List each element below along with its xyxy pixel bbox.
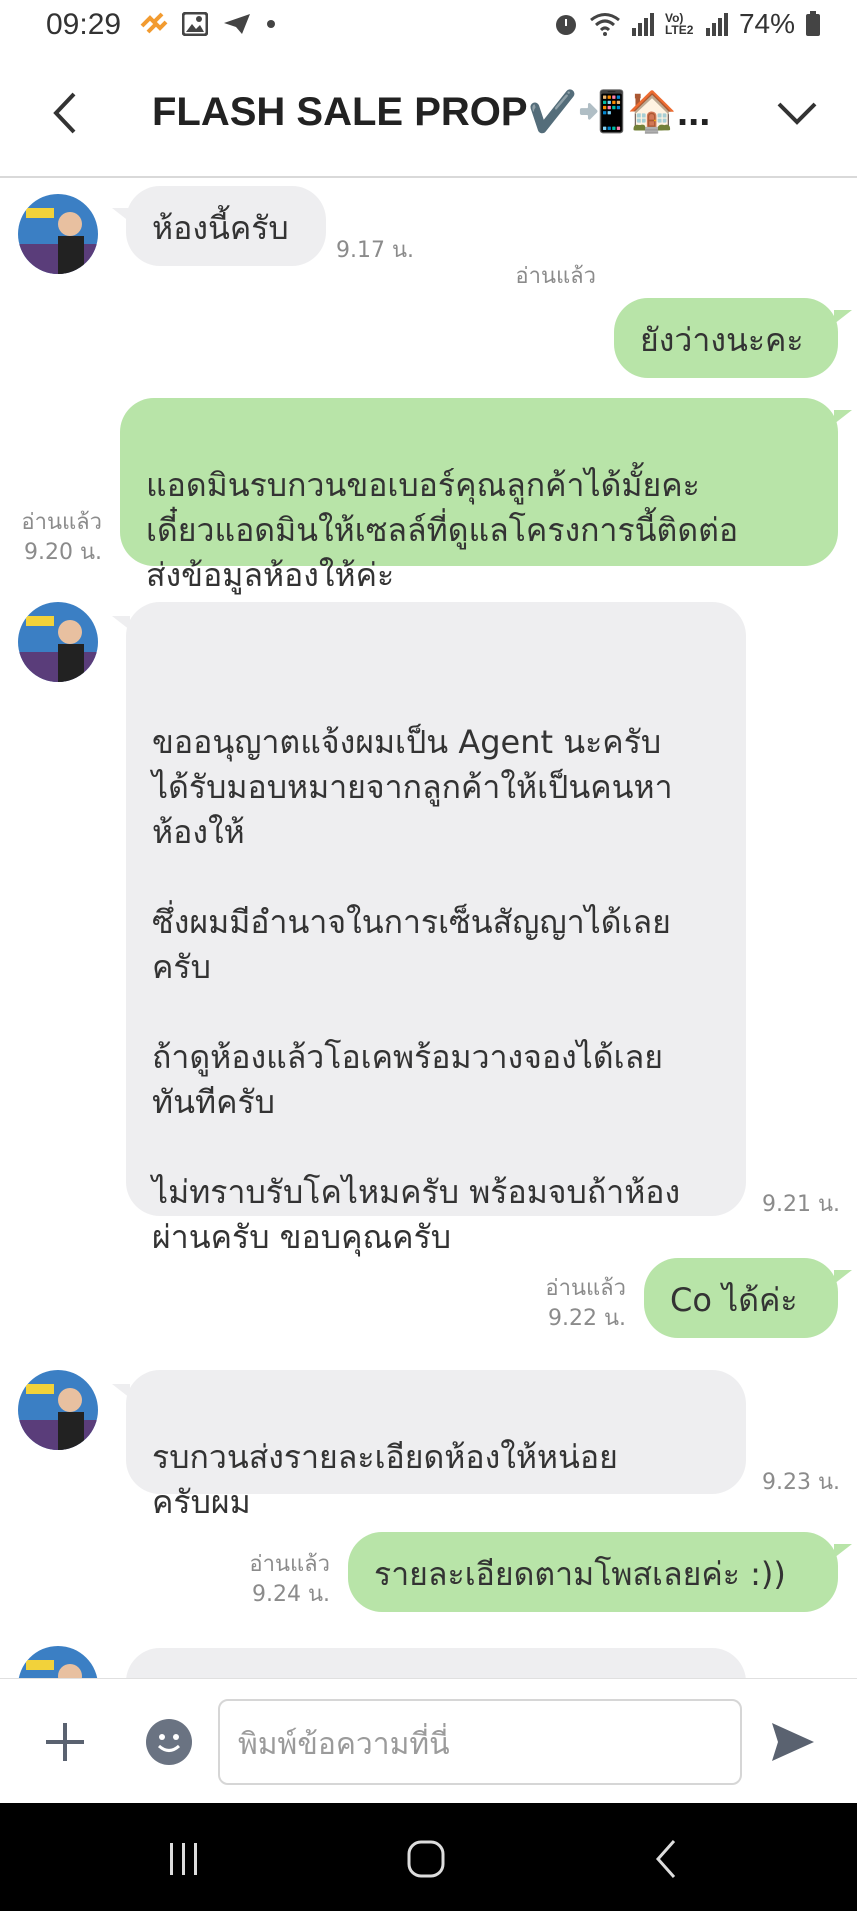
chevron-down-icon[interactable] <box>773 92 821 132</box>
chat-title[interactable]: FLASH SALE PROP✔️📲🏠... <box>152 88 710 135</box>
signal-icon <box>631 13 654 36</box>
message-input-bar: พิมพ์ข้อความที่นี่ <box>0 1678 857 1804</box>
message-input-placeholder: พิมพ์ข้อความที่นี่ <box>238 1727 450 1762</box>
message-text: ขออนุญาตแจ้งผมเป็น Agent นะครับ ได้รับมอ… <box>152 723 681 1256</box>
outgoing-message-bubble[interactable]: รายละเอียดตามโพสเลยค่ะ :)) <box>348 1532 838 1612</box>
incoming-message-bubble[interactable]: ห้องนี้ครับ <box>126 186 326 266</box>
avatar[interactable] <box>18 1646 98 1678</box>
status-notification-icons <box>140 12 276 36</box>
battery-percent: 74% <box>738 8 795 39</box>
message-input[interactable]: พิมพ์ข้อความที่นี่ <box>218 1699 742 1785</box>
avatar-image <box>18 1646 98 1678</box>
message-time: 9.22 น. <box>547 1306 626 1331</box>
incoming-message-bubble-partial[interactable] <box>126 1648 746 1678</box>
chat-header: FLASH SALE PROP✔️📲🏠... <box>0 52 857 178</box>
chat-message-list[interactable]: ห้องนี้ครับ 9.17 น. อ่านแล้ว ยังว่างนะคะ… <box>0 178 857 1678</box>
incoming-message-bubble[interactable]: รบกวนส่งรายละเอียดห้องให้หน่อย ครับผม <box>126 1370 746 1521</box>
read-receipt: อ่านแล้ว <box>545 1276 626 1301</box>
status-time: 09:29 <box>46 8 122 41</box>
bubble-tail <box>834 410 852 424</box>
dot-icon <box>267 20 275 28</box>
avatar[interactable] <box>18 194 98 274</box>
read-receipt: อ่านแล้ว <box>249 1552 330 1577</box>
avatar-image <box>18 602 98 682</box>
network-type: Vo) LTE2 <box>664 11 694 37</box>
recent-apps-icon[interactable] <box>166 1841 202 1877</box>
avatar[interactable] <box>18 1370 98 1450</box>
bubble-tail <box>834 310 852 324</box>
incoming-message-bubble[interactable]: ขออนุญาตแจ้งผมเป็น Agent นะครับ ได้รับมอ… <box>126 602 746 1256</box>
avatar-image <box>18 194 98 274</box>
battery-icon <box>806 11 820 36</box>
app-notification-icon <box>140 12 168 34</box>
plus-icon[interactable] <box>44 1721 86 1763</box>
bubble-tail <box>834 1270 852 1284</box>
message-text: แอดมินรบกวนขอเบอร์คุณลูกค้าได้มั้ยคะ เดี… <box>146 466 739 594</box>
system-navigation-bar <box>0 1803 857 1911</box>
message-time: 9.21 น. <box>761 1192 840 1217</box>
back-icon[interactable] <box>44 88 88 138</box>
send-icon[interactable] <box>768 1717 818 1767</box>
message-time: 9.20 น. <box>23 540 102 565</box>
message-time: 9.23 น. <box>761 1470 840 1495</box>
message-time: 9.24 น. <box>251 1582 330 1607</box>
home-icon[interactable] <box>406 1839 446 1879</box>
alarm-icon <box>555 15 576 35</box>
read-receipt: อ่านแล้ว <box>21 510 102 535</box>
emoji-icon[interactable] <box>146 1719 192 1765</box>
avatar-image <box>18 1370 98 1450</box>
avatar[interactable] <box>18 602 98 682</box>
nav-back-icon[interactable] <box>652 1839 680 1879</box>
read-receipt: อ่านแล้ว <box>515 264 596 289</box>
signal-icon-2 <box>705 13 728 36</box>
telegram-icon <box>224 14 250 34</box>
message-text: Co ได้ค่ะ <box>670 1281 798 1319</box>
message-text: ห้องนี้ครับ <box>152 209 289 247</box>
status-bar: 09:29 Vo) LTE2 74% <box>0 0 857 52</box>
message-text: รบกวนส่งรายละเอียดห้องให้หน่อย ครับผม <box>152 1438 618 1521</box>
status-system-icons: Vo) LTE2 74% <box>553 8 821 40</box>
outgoing-message-bubble[interactable]: แอดมินรบกวนขอเบอร์คุณลูกค้าได้มั้ยคะ เดี… <box>120 398 838 594</box>
outgoing-message-bubble[interactable]: Co ได้ค่ะ <box>644 1258 838 1338</box>
outgoing-message-bubble[interactable]: ยังว่างนะคะ <box>614 298 838 378</box>
gallery-icon <box>182 12 208 36</box>
wifi-icon <box>590 13 620 36</box>
bubble-tail <box>834 1544 852 1558</box>
message-text: ยังว่างนะคะ <box>640 321 804 359</box>
message-time: 9.17 น. <box>336 238 415 263</box>
emoji-face-icon <box>157 1734 181 1752</box>
message-text: รายละเอียดตามโพสเลยค่ะ :)) <box>374 1555 786 1593</box>
